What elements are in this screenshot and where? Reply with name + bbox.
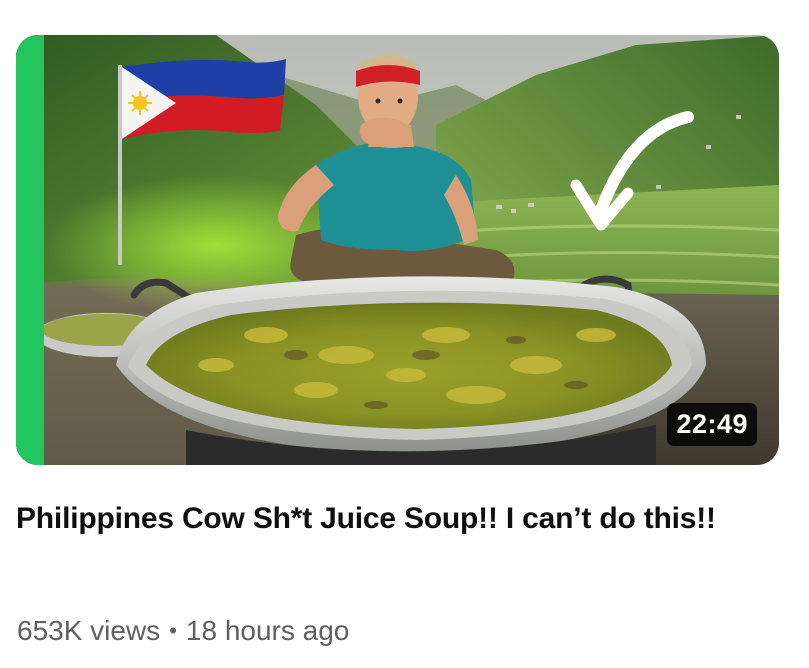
philippines-flag-icon	[122, 59, 286, 139]
video-thumbnail[interactable]: 22:49	[16, 35, 779, 465]
video-duration-badge: 22:49	[667, 403, 757, 446]
view-count: 653K views	[17, 615, 161, 646]
metadata-separator: •	[169, 618, 177, 643]
video-card: 22:49 Philippines Cow Sh*t Juice Soup!! …	[0, 0, 809, 668]
upload-age: 18 hours ago	[185, 615, 350, 646]
video-metadata: 653K views • 18 hours ago	[17, 611, 349, 651]
thumbnail-image	[16, 35, 779, 465]
video-title[interactable]: Philippines Cow Sh*t Juice Soup!! I can’…	[16, 494, 756, 544]
